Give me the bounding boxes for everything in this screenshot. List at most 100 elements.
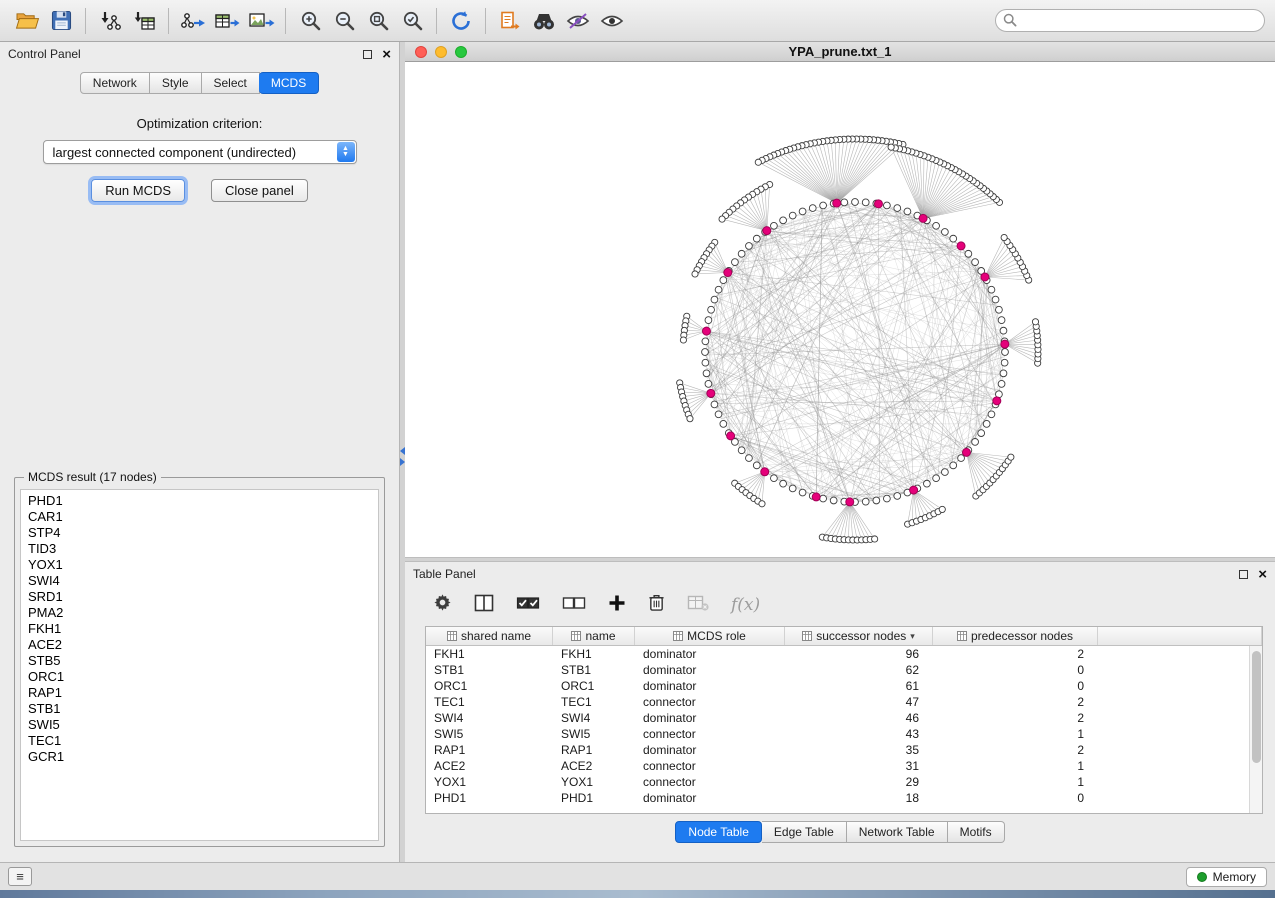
mcds-result-item[interactable]: FKH1	[28, 621, 378, 637]
mcds-result-item[interactable]: CAR1	[28, 509, 378, 525]
toolbar-search	[995, 9, 1265, 32]
mcds-result-item[interactable]: STB5	[28, 653, 378, 669]
table-row[interactable]: TEC1TEC1connector472	[426, 694, 1262, 710]
export-table-button[interactable]	[210, 5, 244, 37]
mcds-result-fieldset: MCDS result (17 nodes) PHD1 CAR1 STP4 TI…	[14, 470, 385, 847]
zoom-out-button[interactable]	[327, 5, 361, 37]
memory-button[interactable]: Memory	[1186, 867, 1267, 887]
deselect-all-button[interactable]	[562, 594, 586, 617]
mcds-result-item[interactable]: PHD1	[28, 493, 378, 509]
column-header-predecessor-nodes[interactable]: predecessor nodes	[933, 627, 1098, 645]
zoom-in-button[interactable]	[293, 5, 327, 37]
tab-motifs[interactable]: Motifs	[948, 821, 1005, 843]
table-row[interactable]: FKH1FKH1dominator962	[426, 646, 1262, 662]
function-builder-button[interactable]: f(x)	[731, 595, 760, 615]
mcds-result-list[interactable]: PHD1 CAR1 STP4 TID3 YOX1 SWI4 SRD1 PMA2 …	[20, 489, 379, 841]
binoculars-search-button[interactable]	[527, 5, 561, 37]
table-panel-header: Table Panel ×	[405, 562, 1275, 586]
optimization-criterion-label: Optimization criterion:	[0, 116, 399, 131]
tab-style[interactable]: Style	[150, 72, 202, 94]
tab-network[interactable]: Network	[80, 72, 150, 94]
tab-network-table[interactable]: Network Table	[847, 821, 948, 843]
status-menu-button[interactable]: ≡	[8, 867, 32, 886]
close-panel-button[interactable]: Close panel	[211, 179, 308, 202]
table-row[interactable]: SWI5SWI5connector431	[426, 726, 1262, 742]
delete-column-button[interactable]	[648, 593, 665, 617]
mcds-result-item[interactable]: TID3	[28, 541, 378, 557]
float-panel-icon[interactable]	[363, 50, 372, 59]
table-row[interactable]: ORC1ORC1dominator610	[426, 678, 1262, 694]
mcds-result-item[interactable]: GCR1	[28, 749, 378, 765]
delete-table-button[interactable]	[687, 594, 709, 617]
hide-annotations-button[interactable]	[561, 5, 595, 37]
zoom-fit-button[interactable]	[361, 5, 395, 37]
import-table-button[interactable]	[127, 5, 161, 37]
table-header-row: shared name name MCDS role successor nod…	[426, 627, 1262, 646]
toolbar-separator	[485, 8, 486, 34]
mcds-result-item[interactable]: YOX1	[28, 557, 378, 573]
mcds-result-item[interactable]: PMA2	[28, 605, 378, 621]
column-header-successor-nodes[interactable]: successor nodes▾	[785, 627, 933, 645]
close-panel-icon[interactable]: ×	[382, 47, 391, 62]
mcds-result-item[interactable]: RAP1	[28, 685, 378, 701]
column-header-shared-name[interactable]: shared name	[426, 627, 553, 645]
mcds-result-item[interactable]: STP4	[28, 525, 378, 541]
window-minimize-button[interactable]	[435, 46, 447, 58]
show-annotations-button[interactable]	[595, 5, 629, 37]
float-table-panel-icon[interactable]	[1239, 570, 1248, 579]
mcds-result-item[interactable]: STB1	[28, 701, 378, 717]
export-image-button[interactable]	[244, 5, 278, 37]
tab-edge-table[interactable]: Edge Table	[762, 821, 847, 843]
mcds-result-item[interactable]: ORC1	[28, 669, 378, 685]
refresh-button[interactable]	[444, 5, 478, 37]
binoculars-icon	[531, 11, 557, 31]
collapse-right-icon[interactable]	[400, 458, 405, 466]
import-network-button[interactable]	[93, 5, 127, 37]
table-row[interactable]: YOX1YOX1connector291	[426, 774, 1262, 790]
network-view-canvas[interactable]	[405, 62, 1275, 557]
column-header-name[interactable]: name	[553, 627, 635, 645]
window-zoom-button[interactable]	[455, 46, 467, 58]
mcds-result-item[interactable]: SRD1	[28, 589, 378, 605]
mcds-result-item[interactable]: ACE2	[28, 637, 378, 653]
table-row[interactable]: ACE2ACE2connector311	[426, 758, 1262, 774]
run-mcds-button[interactable]: Run MCDS	[91, 179, 185, 202]
column-grid-icon	[571, 631, 581, 641]
search-input[interactable]	[995, 9, 1265, 32]
optimization-criterion-select[interactable]: largest connected component (undirected)…	[43, 140, 357, 164]
zoom-selected-button[interactable]	[395, 5, 429, 37]
show-columns-button[interactable]	[474, 594, 494, 617]
mcds-result-item[interactable]: SWI5	[28, 717, 378, 733]
table-row[interactable]: STB1STB1dominator620	[426, 662, 1262, 678]
add-column-button[interactable]	[608, 594, 626, 617]
table-row[interactable]: RAP1RAP1dominator352	[426, 742, 1262, 758]
window-close-button[interactable]	[415, 46, 427, 58]
mcds-result-item[interactable]: TEC1	[28, 733, 378, 749]
tab-node-table[interactable]: Node Table	[675, 821, 762, 843]
close-table-panel-icon[interactable]: ×	[1258, 567, 1267, 582]
column-header-mcds-role[interactable]: MCDS role	[635, 627, 785, 645]
tab-select[interactable]: Select	[202, 72, 260, 94]
tab-mcds[interactable]: MCDS	[259, 72, 319, 94]
scrollbar-thumb[interactable]	[1252, 651, 1261, 763]
mcds-result-item[interactable]: SWI4	[28, 573, 378, 589]
collapse-left-icon[interactable]	[400, 447, 405, 455]
share-document-button[interactable]	[493, 5, 527, 37]
open-file-button[interactable]	[10, 5, 44, 37]
control-panel-header: Control Panel ×	[0, 42, 399, 66]
save-button[interactable]	[44, 5, 78, 37]
network-window-titlebar[interactable]: YPA_prune.txt_1	[405, 42, 1275, 62]
table-scrollbar[interactable]	[1249, 646, 1262, 813]
table-row[interactable]: SWI4SWI4dominator462	[426, 710, 1262, 726]
eye-slash-icon	[566, 12, 590, 30]
panel-splitter[interactable]	[400, 42, 405, 862]
table-row[interactable]: PHD1PHD1dominator180	[426, 790, 1262, 806]
table-panel: Table Panel × f(x) sha	[405, 562, 1275, 862]
export-network-button[interactable]	[176, 5, 210, 37]
toolbar-separator	[285, 8, 286, 34]
table-settings-button[interactable]	[433, 593, 452, 617]
select-all-button[interactable]	[516, 594, 540, 617]
control-panel-tabs: Network Style Select MCDS	[0, 66, 399, 102]
status-bar: ≡ Memory	[0, 862, 1275, 890]
import-table-icon	[132, 10, 156, 32]
